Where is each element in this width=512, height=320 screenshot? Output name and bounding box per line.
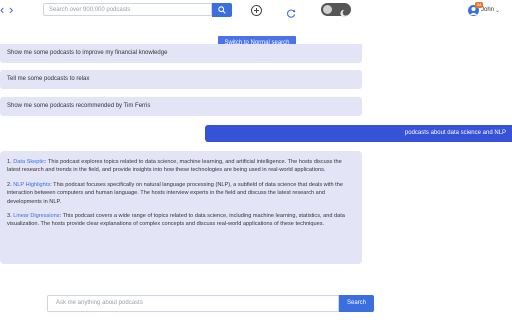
user-message: podcasts about data science and NLP xyxy=(205,125,512,142)
search-icon xyxy=(218,6,226,14)
back-icon[interactable]: ‹ xyxy=(0,3,8,17)
item-text: : This podcast focuses specifically on n… xyxy=(7,181,343,205)
user-name[interactable]: John xyxy=(481,7,494,13)
moon-icon xyxy=(339,5,348,18)
toggle-knob xyxy=(323,5,332,14)
assistant-answer: 1. Data Skeptic: This podcast explores t… xyxy=(0,151,362,264)
item-number: 3. xyxy=(7,213,12,220)
search-button[interactable] xyxy=(212,3,232,17)
add-icon[interactable] xyxy=(251,5,262,16)
forward-icon[interactable]: › xyxy=(9,3,17,17)
ask-input[interactable]: Ask me anything about podcasts xyxy=(47,295,339,312)
answer-item: 3. Linear Digressions: This podcast cove… xyxy=(7,212,352,229)
podcast-link[interactable]: NLP Highlights xyxy=(13,182,50,188)
suggestion-item[interactable]: Tell me some podcasts to relax xyxy=(0,70,362,89)
answer-item: 2. NLP Highlights: This podcast focuses … xyxy=(7,181,352,206)
answer-item: 1. Data Skeptic: This podcast explores t… xyxy=(7,158,352,175)
search-input[interactable]: Search over 900,000 podcasts xyxy=(43,3,212,16)
podcast-link[interactable]: Data Skeptic xyxy=(13,159,45,165)
item-text: : This podcast explores topics related t… xyxy=(7,159,342,174)
podcast-link[interactable]: Linear Digressions xyxy=(13,213,59,219)
item-number: 2. xyxy=(7,181,12,188)
item-number: 1. xyxy=(7,159,12,165)
suggestion-item[interactable]: Show me some podcasts recommended by Tim… xyxy=(0,97,362,116)
suggestion-item[interactable]: Show me some podcasts to improve my fina… xyxy=(0,44,362,63)
chevron-down-icon[interactable]: ⌄ xyxy=(495,7,500,14)
ask-search-button[interactable]: Search xyxy=(339,295,374,312)
refresh-icon[interactable] xyxy=(287,5,296,18)
